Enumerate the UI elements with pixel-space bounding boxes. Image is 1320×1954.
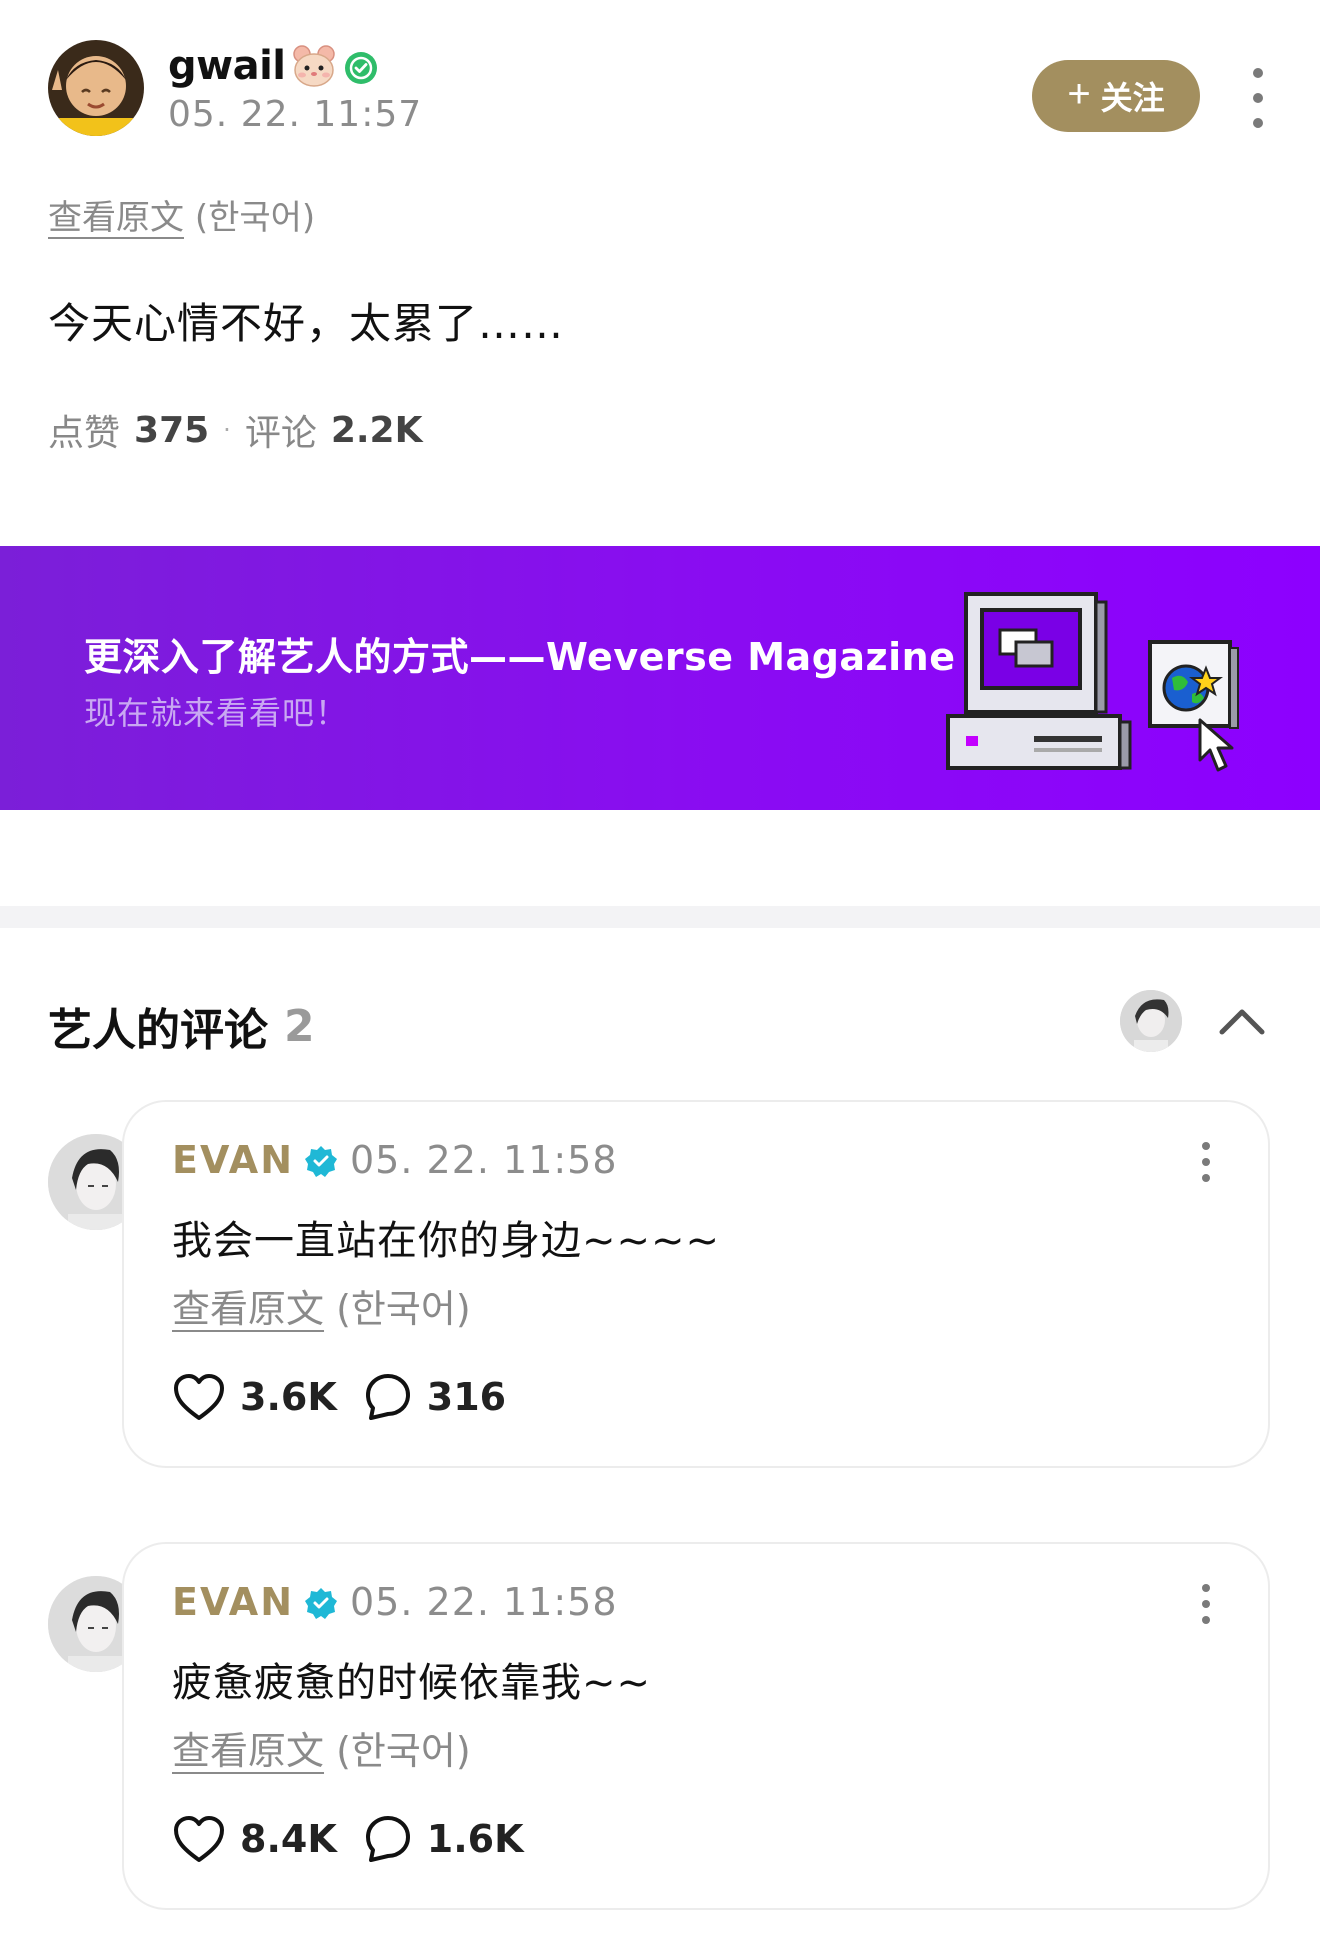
comment-like-count[interactable]: 3.6K xyxy=(240,1375,337,1419)
post-timestamp: 05. 22. 11:57 xyxy=(168,94,423,135)
comment-view-original-link[interactable]: 查看原文 (한국어) xyxy=(172,1278,471,1333)
globe-window-cursor-icon xyxy=(1148,640,1239,772)
comment-more-options-icon[interactable] xyxy=(1196,1142,1216,1182)
artist-avatar-thumbnail[interactable] xyxy=(1120,990,1182,1052)
artist-comments-heading: 艺人的评论 2 xyxy=(48,994,315,1058)
comment-actions: 3.6K 316 xyxy=(172,1370,506,1424)
view-original-text[interactable]: 查看原文 xyxy=(172,1287,324,1331)
author-name-text[interactable]: gwail xyxy=(168,43,286,89)
comment-author[interactable]: EVAN xyxy=(172,1138,338,1182)
verified-badge-icon xyxy=(344,49,378,84)
magazine-banner[interactable]: 更深入了解艺人的方式——Weverse Magazine 现在就来看看吧！ xyxy=(0,546,1320,810)
comment-author[interactable]: EVAN xyxy=(172,1580,338,1624)
post-content: 今天心情不好，太累了…… xyxy=(48,299,565,348)
likes-label[interactable]: 点赞 xyxy=(48,404,120,456)
heart-icon[interactable] xyxy=(172,1372,226,1422)
view-original-text[interactable]: 查看原文 xyxy=(172,1729,324,1773)
comments-label[interactable]: 评论 xyxy=(245,404,317,456)
hamster-emoji-icon xyxy=(292,44,336,88)
post-header: gwail 05. 22. 11:57 + 关注 xyxy=(48,40,1272,140)
comment-text: 我会一直站在你的身边~~~~ xyxy=(172,1218,721,1264)
comment-timestamp: 05. 22. 11:58 xyxy=(350,1138,618,1182)
author-avatar[interactable] xyxy=(48,40,144,136)
original-language-label: (한국어) xyxy=(194,198,316,238)
post-more-options-icon[interactable] xyxy=(1244,68,1272,128)
banner-subtitle: 现在就来看看吧！ xyxy=(84,694,349,732)
follow-button-label: 关注 xyxy=(1100,80,1165,116)
plus-icon: + xyxy=(1067,72,1091,116)
artist-verified-badge-icon xyxy=(304,1585,338,1619)
comment-actions: 8.4K 1.6K xyxy=(172,1812,524,1866)
artist-comment-card: EVAN 05. 22. 11:58 疲惫疲惫的时候依靠我~~ 查看原文 (한국… xyxy=(122,1542,1270,1910)
artist-verified-badge-icon xyxy=(304,1143,338,1177)
post-view-original-link[interactable]: 查看原文 (한국어) xyxy=(48,190,315,239)
original-language-label: (한국어) xyxy=(336,1729,471,1773)
section-divider xyxy=(0,906,1320,928)
comment-like-count[interactable]: 8.4K xyxy=(240,1817,337,1861)
comment-timestamp: 05. 22. 11:58 xyxy=(350,1580,618,1624)
chevron-up-icon[interactable] xyxy=(1216,998,1268,1042)
author-name[interactable]: gwail xyxy=(168,40,378,92)
likes-count[interactable]: 375 xyxy=(134,410,209,451)
comment-author-name[interactable]: EVAN xyxy=(172,1138,294,1182)
comment-text: 疲惫疲惫的时候依靠我~~ xyxy=(172,1660,652,1706)
artist-comment-card: EVAN 05. 22. 11:58 我会一直站在你的身边~~~~ 查看原文 (… xyxy=(122,1100,1270,1468)
comments-count[interactable]: 2.2K xyxy=(331,410,423,451)
stats-separator: · xyxy=(223,416,231,444)
comment-reply-count[interactable]: 1.6K xyxy=(427,1817,524,1861)
comment-author-name[interactable]: EVAN xyxy=(172,1580,294,1624)
artist-comments-title: 艺人的评论 xyxy=(48,1005,268,1056)
retro-computer-icon xyxy=(946,592,1132,770)
reply-bubble-icon[interactable] xyxy=(363,1372,413,1422)
follow-button[interactable]: + 关注 xyxy=(1032,60,1200,132)
comment-view-original-link[interactable]: 查看原文 (한국어) xyxy=(172,1720,471,1775)
artist-comments-count: 2 xyxy=(284,1000,315,1052)
post-stats: 点赞 375 · 评论 2.2K xyxy=(48,404,423,456)
original-language-label: (한국어) xyxy=(336,1287,471,1331)
view-original-text[interactable]: 查看原文 xyxy=(48,198,184,238)
comment-reply-count[interactable]: 316 xyxy=(427,1375,506,1419)
comment-more-options-icon[interactable] xyxy=(1196,1584,1216,1624)
heart-icon[interactable] xyxy=(172,1814,226,1864)
reply-bubble-icon[interactable] xyxy=(363,1814,413,1864)
banner-title: 更深入了解艺人的方式——Weverse Magazine xyxy=(84,635,956,679)
